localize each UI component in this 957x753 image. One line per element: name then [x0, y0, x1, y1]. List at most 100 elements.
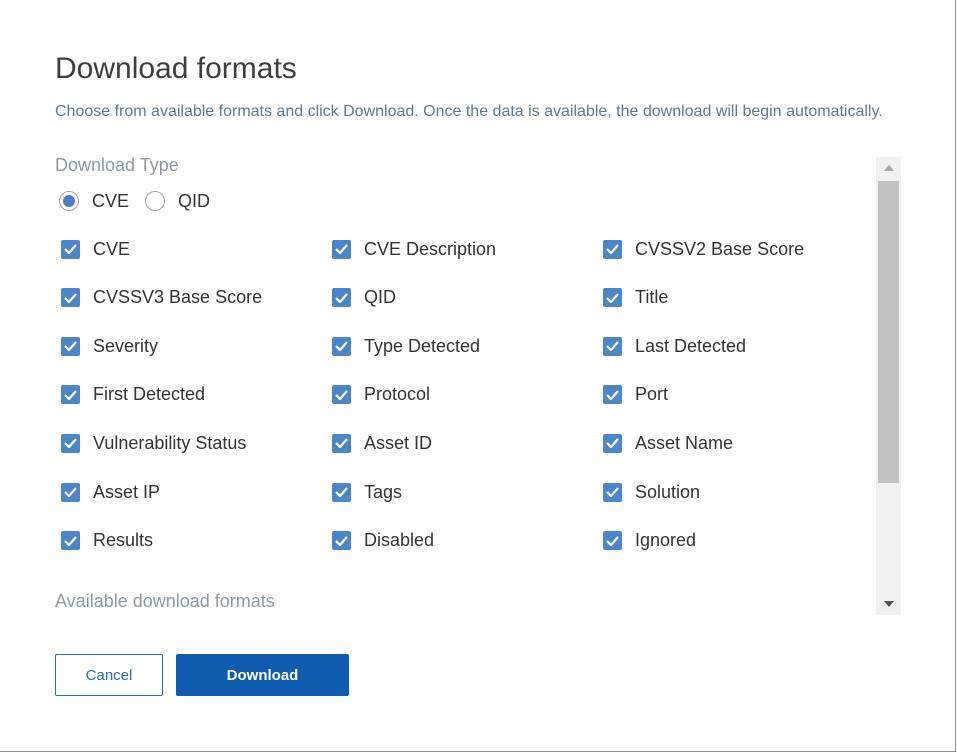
checkbox-label: Severity [93, 335, 159, 356]
checkbox-label: First Detected [93, 384, 206, 405]
checkbox[interactable] [61, 336, 80, 356]
radio-qid[interactable] [145, 191, 166, 211]
checkmark-icon [64, 438, 77, 449]
checkmark-icon [335, 487, 348, 497]
checkmark-icon [606, 535, 619, 546]
checkbox[interactable] [603, 288, 622, 308]
checkbox[interactable] [61, 239, 80, 259]
field-checkbox-item[interactable]: Solution [603, 480, 700, 504]
checkbox-label: CVE Description [364, 238, 497, 259]
checkbox[interactable] [61, 482, 80, 502]
checkmark-icon [335, 341, 348, 352]
checkbox-label: Asset Name [635, 432, 734, 453]
checkbox-label: CVE [93, 238, 131, 259]
download-button[interactable]: Download [176, 654, 349, 696]
vertical-scrollbar[interactable] [876, 157, 901, 615]
checkbox-label: CVSSV2 Base Score [635, 238, 805, 259]
radio-cve[interactable] [59, 191, 79, 211]
checkbox-label: Last Detected [635, 335, 747, 356]
checkbox-label: Title [635, 287, 669, 308]
checkbox[interactable] [332, 433, 351, 453]
field-checkbox-item[interactable]: CVSSV3 Base Score [61, 286, 262, 310]
field-checkbox-item[interactable]: QID [332, 286, 396, 310]
checkbox[interactable] [603, 239, 622, 259]
field-checkbox-item[interactable]: Ignored [603, 529, 696, 553]
field-checkbox-item[interactable]: Asset ID [332, 431, 432, 455]
radio-selected-dot [63, 195, 75, 207]
checkmark-icon [64, 390, 77, 400]
checkbox[interactable] [332, 336, 351, 356]
checkbox-label: Port [635, 384, 669, 405]
checkbox-label: Tags [364, 481, 403, 502]
checkmark-icon [64, 244, 77, 254]
scroll-down-arrow-icon[interactable] [876, 593, 901, 615]
checkbox-label: Asset IP [93, 481, 161, 502]
field-checkbox-item[interactable]: Port [603, 383, 668, 407]
radio-label-cve: CVE [92, 190, 130, 211]
checkbox-label: QID [364, 287, 397, 308]
checkmark-icon [64, 487, 77, 497]
scrollbar-thumb[interactable] [878, 181, 899, 483]
checkbox[interactable] [603, 336, 622, 356]
available-formats-label: Available download formats [55, 591, 275, 611]
field-checkbox-item[interactable]: Tags [332, 480, 402, 504]
checkbox-label: Disabled [364, 530, 435, 551]
checkbox[interactable] [332, 239, 351, 259]
field-checkbox-item[interactable]: Title [603, 286, 668, 310]
checkbox[interactable] [603, 482, 622, 502]
checkmark-icon [335, 390, 348, 400]
checkbox[interactable] [61, 385, 80, 405]
download-formats-dialog: Download formats Choose from available f… [0, 0, 956, 752]
download-type-radio-group: CVE QID [59, 189, 226, 213]
field-checkbox-item[interactable]: Type Detected [332, 334, 480, 358]
field-checkbox-item[interactable]: Asset Name [603, 431, 733, 455]
checkbox-label: Protocol [364, 384, 431, 405]
checkmark-icon [606, 292, 619, 303]
checkbox[interactable] [332, 531, 351, 551]
checkmark-icon [335, 438, 348, 449]
download-type-label: Download Type [55, 155, 179, 175]
checkbox[interactable] [61, 433, 80, 453]
checkmark-icon [64, 292, 77, 303]
field-checkbox-item[interactable]: Last Detected [603, 334, 746, 358]
dialog-title: Download formats [55, 52, 297, 85]
field-checkbox-item[interactable]: Protocol [332, 383, 430, 407]
checkbox-label: Asset ID [364, 432, 433, 453]
checkbox-label: CVSSV3 Base Score [93, 287, 263, 308]
checkbox[interactable] [332, 288, 351, 308]
checkbox[interactable] [61, 531, 80, 551]
checkmark-icon [606, 244, 619, 254]
field-checkbox-item[interactable]: First Detected [61, 383, 205, 407]
field-checkbox-item[interactable]: Severity [61, 334, 158, 358]
radio-option-qid[interactable]: QID [145, 191, 210, 212]
checkbox[interactable] [603, 385, 622, 405]
checkbox-label: Ignored [635, 530, 697, 551]
radio-option-cve[interactable]: CVE [59, 191, 129, 212]
checkbox-label: Results [93, 530, 154, 551]
checkmark-icon [64, 341, 77, 352]
checkmark-icon [335, 244, 348, 254]
checkbox[interactable] [603, 531, 622, 551]
checkmark-icon [64, 535, 77, 546]
checkbox[interactable] [332, 482, 351, 502]
checkbox-label: Type Detected [364, 335, 481, 356]
checkmark-icon [606, 438, 619, 449]
options-scroll-area[interactable]: Download Type CVE QID CVE CVE Description… [55, 155, 901, 615]
checkbox[interactable] [332, 385, 351, 405]
scroll-up-arrow-icon[interactable] [876, 157, 901, 179]
field-checkbox-item[interactable]: CVE Description [332, 237, 496, 261]
checkmark-icon [606, 390, 619, 400]
field-checkbox-item[interactable]: CVE [61, 237, 130, 261]
field-checkbox-item[interactable]: Results [61, 529, 153, 553]
field-checkbox-item[interactable]: Asset IP [61, 480, 160, 504]
checkmark-icon [335, 292, 348, 303]
field-checkbox-item[interactable]: Vulnerability Status [61, 431, 246, 455]
dialog-description: Choose from available formats and click … [55, 103, 883, 120]
cancel-button[interactable]: Cancel [55, 654, 163, 696]
field-checkbox-item[interactable]: CVSSV2 Base Score [603, 237, 804, 261]
checkbox-label: Solution [635, 481, 701, 502]
checkbox[interactable] [61, 288, 80, 308]
checkmark-icon [606, 487, 619, 497]
checkbox[interactable] [603, 433, 622, 453]
field-checkbox-item[interactable]: Disabled [332, 529, 434, 553]
